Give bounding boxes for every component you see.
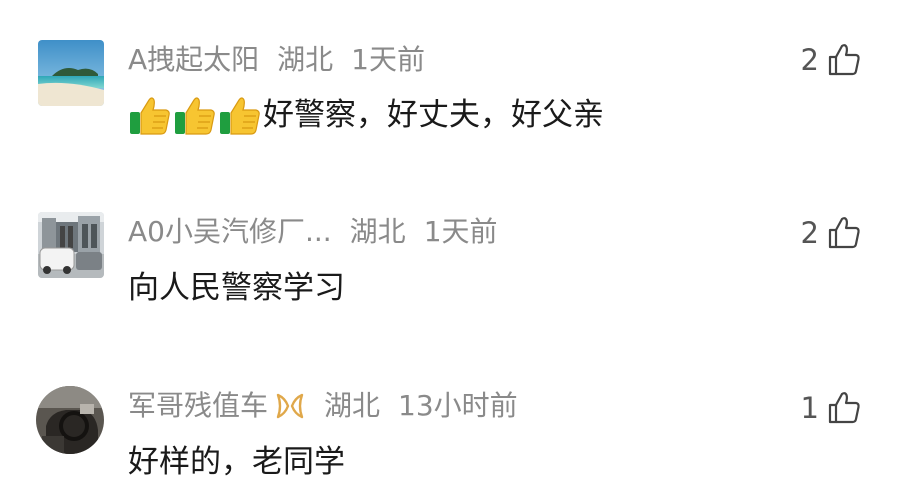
like-count: 1: [800, 391, 819, 425]
like-button[interactable]: 1: [801, 388, 861, 428]
comment-meta: A0小吴汽修厂... 湖北 1天前: [128, 212, 498, 252]
gold-ribbon-badge-icon: [276, 393, 304, 419]
thumbs-up-outline-icon: [828, 392, 860, 424]
timestamp: 13小时前: [398, 389, 518, 422]
comment-body: 向人民警察学习: [128, 270, 345, 306]
location: 湖北: [324, 389, 381, 422]
username[interactable]: 军哥残值车: [128, 386, 268, 426]
thumbs-up-emoji-icon: [175, 97, 215, 135]
comment-list: A拽起太阳 湖北 1天前 好警察，好丈夫，好父亲 2 A0小吴汽修厂... 湖北…: [0, 0, 899, 504]
comment-text: 向人民警察学习: [128, 266, 345, 310]
comment-text: 好警察，好丈夫，好父亲: [128, 93, 604, 137]
user-avatar[interactable]: [38, 212, 104, 278]
timestamp: 1天前: [423, 215, 498, 248]
like-count: 2: [800, 216, 819, 250]
comment-text: 好样的，老同学: [128, 440, 345, 484]
comment-body: 好警察，好丈夫，好父亲: [263, 97, 604, 133]
thumbs-up-emoji-icon: [130, 97, 170, 135]
comment-body: 好样的，老同学: [128, 444, 345, 480]
location: 湖北: [349, 215, 406, 248]
like-button[interactable]: 2: [801, 40, 861, 80]
user-avatar[interactable]: [38, 40, 104, 106]
timestamp: 1天前: [351, 43, 425, 76]
like-count: 2: [800, 43, 819, 77]
thumbs-up-outline-icon: [828, 44, 860, 76]
username[interactable]: A拽起太阳: [128, 40, 259, 80]
location: 湖北: [277, 43, 334, 76]
thumbs-up-outline-icon: [828, 217, 860, 249]
username[interactable]: A0小吴汽修厂...: [128, 212, 332, 252]
thumbs-up-emoji-icon: [220, 97, 260, 135]
comment-meta: 军哥残值车 湖北 13小时前: [128, 386, 518, 426]
user-avatar[interactable]: [36, 386, 104, 454]
like-button[interactable]: 2: [801, 213, 861, 253]
comment-meta: A拽起太阳 湖北 1天前: [128, 40, 425, 80]
